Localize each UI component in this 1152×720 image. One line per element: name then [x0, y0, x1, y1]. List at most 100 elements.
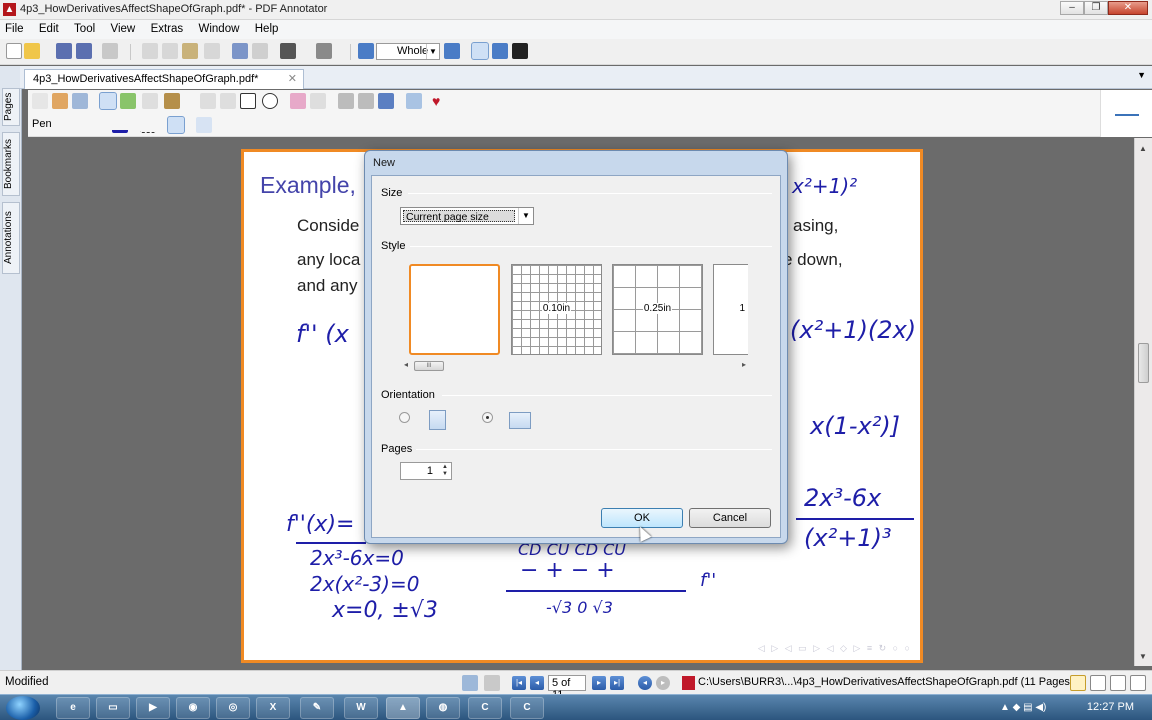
- camera-icon[interactable]: [338, 93, 354, 109]
- pen-color-icon[interactable]: [112, 117, 128, 133]
- picture-icon[interactable]: [406, 93, 422, 109]
- continuous-view-icon[interactable]: [1110, 675, 1126, 691]
- text-tool-icon[interactable]: [142, 93, 158, 109]
- find-icon[interactable]: [280, 43, 296, 59]
- grid-view-icon[interactable]: [1130, 675, 1146, 691]
- pen-width-icon[interactable]: [196, 117, 212, 133]
- menu-edit[interactable]: Edit: [33, 20, 65, 35]
- taskbar-app-icon[interactable]: ◎: [216, 697, 250, 719]
- paste-icon[interactable]: [182, 43, 198, 59]
- taskbar-explorer-icon[interactable]: ▭: [96, 697, 130, 719]
- close-button[interactable]: ✕: [1108, 1, 1148, 15]
- pages-count-input[interactable]: 1 ▲ ▼: [400, 462, 452, 480]
- menu-view[interactable]: View: [105, 20, 142, 35]
- taskbar-firefox-icon[interactable]: ◍: [426, 697, 460, 719]
- crop-icon[interactable]: [358, 93, 374, 109]
- save-icon[interactable]: [56, 43, 72, 59]
- tab-pages[interactable]: Pages: [2, 88, 20, 126]
- vertical-scrollbar[interactable]: ▲ ▼: [1134, 138, 1152, 666]
- spin-arrows-icon[interactable]: ▲ ▼: [440, 464, 450, 478]
- style-grid-010[interactable]: 0.10in: [511, 264, 602, 355]
- style-scrollbar[interactable]: ◂ III ▸: [402, 359, 748, 373]
- start-button[interactable]: [6, 696, 40, 720]
- menu-extras[interactable]: Extras: [145, 20, 190, 35]
- landscape-radio[interactable]: [482, 412, 493, 423]
- taskbar-chrome-icon[interactable]: ◉: [176, 697, 210, 719]
- back-icon[interactable]: ◂: [638, 676, 652, 690]
- fit-height-icon[interactable]: [471, 42, 489, 60]
- tab-bookmarks[interactable]: Bookmarks: [2, 132, 20, 196]
- insert-image-icon[interactable]: [378, 93, 394, 109]
- smoothing-icon[interactable]: [167, 116, 185, 134]
- cancel-button[interactable]: Cancel: [689, 508, 771, 528]
- taskbar-media-player-icon[interactable]: ▶: [136, 697, 170, 719]
- print-preview-icon[interactable]: [484, 675, 500, 691]
- portrait-radio[interactable]: [399, 412, 410, 423]
- first-page-icon[interactable]: |◂: [512, 676, 526, 690]
- taskbar-word-icon[interactable]: W: [344, 697, 378, 719]
- zoom-select[interactable]: Whole ▼: [376, 43, 440, 60]
- tab-annotations[interactable]: Annotations: [2, 202, 20, 274]
- menu-tool[interactable]: Tool: [68, 20, 101, 35]
- hand-icon[interactable]: [52, 93, 68, 109]
- taskbar-camtasia-icon[interactable]: C: [468, 697, 502, 719]
- scroll-thumb[interactable]: [1138, 343, 1149, 383]
- zoom-out-icon[interactable]: [358, 43, 374, 59]
- pen-tool-icon[interactable]: [99, 92, 117, 110]
- cut-icon[interactable]: [142, 43, 158, 59]
- taskbar-paint-icon[interactable]: ✎: [300, 697, 334, 719]
- lasso-icon[interactable]: [310, 93, 326, 109]
- select-arrow-icon[interactable]: [32, 93, 48, 109]
- menu-file[interactable]: File: [0, 20, 30, 35]
- menu-window[interactable]: Window: [193, 20, 246, 35]
- delete-icon[interactable]: [204, 43, 220, 59]
- highlighter-icon[interactable]: [120, 93, 136, 109]
- scroll-up-icon[interactable]: ▲: [1139, 144, 1147, 153]
- favorites-heart-icon[interactable]: ♥: [432, 93, 448, 109]
- save-all-icon[interactable]: [76, 43, 92, 59]
- print-icon[interactable]: [102, 43, 118, 59]
- page-size-select[interactable]: Current page size ▼: [400, 207, 534, 225]
- ellipse-tool-icon[interactable]: [262, 93, 278, 109]
- menu-help[interactable]: Help: [249, 20, 285, 35]
- taskbar-ie-icon[interactable]: e: [56, 697, 90, 719]
- open-folder-icon[interactable]: [24, 43, 40, 59]
- eraser-icon[interactable]: [290, 93, 306, 109]
- maximize-button[interactable]: ❐: [1084, 1, 1108, 15]
- zoom-tool-icon[interactable]: [72, 93, 88, 109]
- minimize-button[interactable]: –: [1060, 1, 1084, 15]
- line-style-icon[interactable]: [140, 117, 156, 133]
- scroll-down-icon[interactable]: ▼: [1139, 652, 1147, 661]
- style-grid-025[interactable]: 0.25in: [612, 264, 703, 355]
- rectangle-tool-icon[interactable]: [240, 93, 256, 109]
- full-screen-icon[interactable]: [512, 43, 528, 59]
- line-tool-icon[interactable]: [200, 93, 216, 109]
- previous-page-icon[interactable]: ◂: [530, 676, 544, 690]
- style-scroll-thumb[interactable]: III: [414, 361, 444, 371]
- sync-icon[interactable]: [462, 675, 478, 691]
- undo-icon[interactable]: [232, 43, 248, 59]
- document-tab[interactable]: 4p3_HowDerivativesAffectShapeOfGraph.pdf…: [24, 69, 304, 89]
- next-page-icon[interactable]: ▸: [592, 676, 606, 690]
- style-blank[interactable]: [409, 264, 500, 355]
- taskbar-recorder-icon[interactable]: C: [510, 697, 544, 719]
- taskbar-pdf-annotator-icon[interactable]: ▲: [386, 697, 420, 719]
- close-tab-icon[interactable]: ✕: [288, 72, 297, 85]
- fit-width-icon[interactable]: [492, 43, 508, 59]
- new-document-icon[interactable]: [6, 43, 22, 59]
- scroll-right-icon[interactable]: ▸: [742, 360, 746, 369]
- scroll-left-icon[interactable]: ◂: [404, 360, 408, 369]
- page-number-input[interactable]: 5 of 11: [548, 675, 586, 701]
- two-page-view-icon[interactable]: [1090, 675, 1106, 691]
- layout-icon[interactable]: [316, 43, 332, 59]
- tab-list-icon[interactable]: ▼: [1137, 70, 1146, 80]
- last-page-icon[interactable]: ▸|: [610, 676, 624, 690]
- forward-icon[interactable]: ▸: [656, 676, 670, 690]
- redo-icon[interactable]: [252, 43, 268, 59]
- taskbar-excel-icon[interactable]: X: [256, 697, 290, 719]
- copy-icon[interactable]: [162, 43, 178, 59]
- arrow-tool-icon[interactable]: [220, 93, 236, 109]
- stamp-icon[interactable]: [164, 93, 180, 109]
- single-page-view-icon[interactable]: [1070, 675, 1086, 691]
- zoom-in-icon[interactable]: [444, 43, 460, 59]
